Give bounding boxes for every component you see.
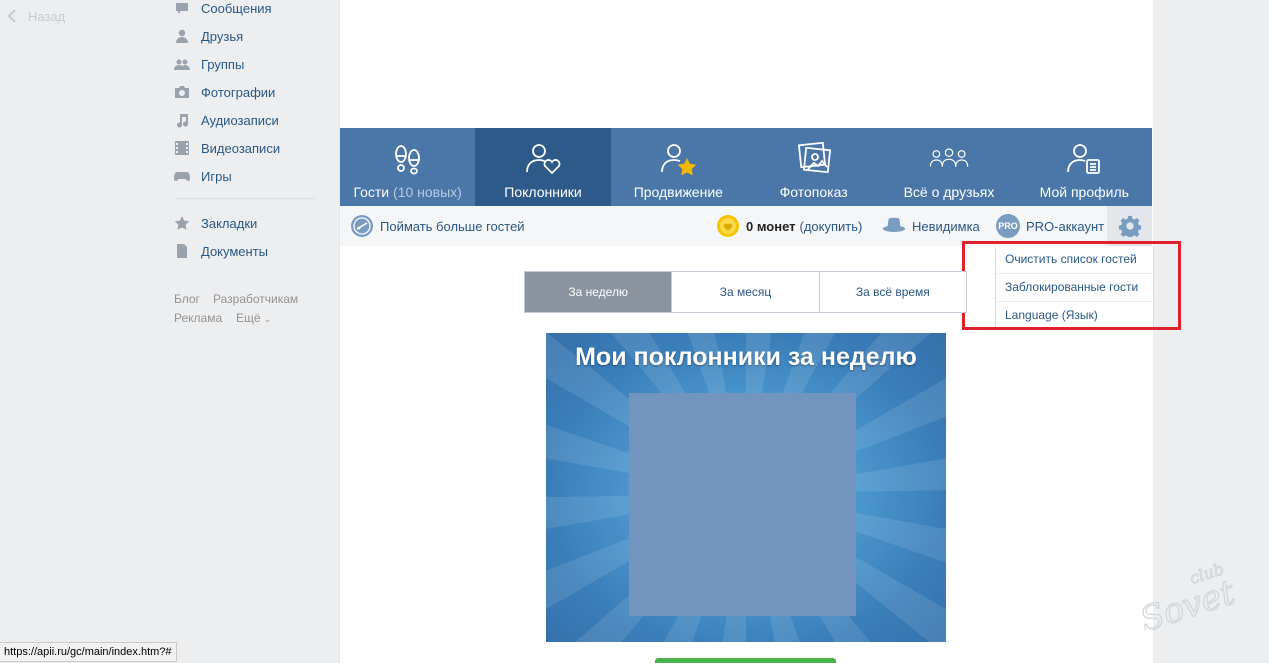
coins-balance[interactable]: 0 монет (докупить) [716, 206, 862, 246]
nav-label: Группы [201, 56, 245, 72]
tab-about-friends[interactable]: Всё о друзьях [881, 128, 1016, 206]
nav-label: Друзья [201, 28, 244, 44]
nav-divider [174, 198, 316, 199]
tab-fans[interactable]: Поклонники [475, 128, 611, 206]
back-label: Назад [28, 8, 66, 24]
coin-icon [716, 214, 740, 238]
nav-item-audio[interactable]: Аудиозаписи [174, 108, 279, 132]
user-star-icon [658, 140, 698, 176]
tab-label: Гости [353, 184, 390, 200]
photos-icon [794, 140, 834, 176]
nav-label: Закладки [201, 215, 258, 231]
footer-dev-link[interactable]: Разработчикам [213, 292, 298, 306]
tab-guests[interactable]: Гости (10 новых) [340, 128, 475, 206]
user-heart-icon [523, 140, 563, 176]
gear-icon [1118, 215, 1141, 237]
settings-button[interactable] [1107, 206, 1152, 246]
nav-label: Видеозаписи [201, 140, 281, 156]
star-icon [174, 215, 190, 231]
hat-icon [882, 214, 906, 238]
banner-photo-placeholder [629, 393, 856, 616]
nav-label: Игры [201, 168, 232, 184]
nav-item-friends[interactable]: Друзья [174, 24, 243, 48]
nav-item-photos[interactable]: Фотографии [174, 80, 275, 104]
app-tabs: Гости (10 новых) Поклонники Продвижение … [340, 128, 1152, 206]
tab-my-profile[interactable]: Мой профиль [1017, 128, 1152, 206]
coins-amount: 0 монет [746, 218, 796, 234]
nav-item-video[interactable]: Видеозаписи [174, 136, 280, 160]
document-icon [174, 243, 190, 259]
nav-label: Сообщения [201, 0, 272, 16]
language-item[interactable]: Language (Язык) [996, 301, 1153, 329]
settings-dropdown: Очистить список гостей Заблокированные г… [995, 246, 1154, 330]
nav-item-games[interactable]: Игры [174, 164, 232, 188]
tab-photoshow[interactable]: Фотопоказ [746, 128, 881, 206]
tab-promotion[interactable]: Продвижение [611, 128, 746, 206]
club-sovet-watermark-logo: club Sovet [1135, 560, 1240, 630]
gamepad-icon [174, 168, 190, 184]
music-note-icon [174, 112, 190, 128]
period-all-time-button[interactable]: За всё время [818, 272, 966, 312]
users-group-icon [929, 140, 969, 176]
nav-item-documents[interactable]: Документы [174, 239, 268, 263]
footer-more-label: Ещё [236, 311, 261, 325]
app-toolbar: Поймать больше гостей 0 монет (докупить)… [340, 206, 1152, 246]
nav-item-bookmarks[interactable]: Закладки [174, 211, 257, 235]
period-month-button[interactable]: За месяц [671, 272, 818, 312]
invisible-mode-link[interactable]: Невидимка [882, 206, 980, 246]
nav-label: Аудиозаписи [201, 112, 279, 128]
svg-text:Sovet: Sovet [1135, 572, 1240, 630]
camera-icon [174, 84, 190, 100]
film-icon [174, 140, 190, 156]
pro-account-link[interactable]: PRO PRO-аккаунт [996, 206, 1104, 246]
buy-coins-link[interactable]: (докупить) [800, 219, 863, 234]
tab-label: Всё о друзьях [903, 184, 995, 200]
chevron-down-icon: ⌄ [263, 314, 272, 324]
groups-icon [174, 56, 190, 72]
catch-guests-label: Поймать больше гостей [380, 218, 525, 234]
tab-label: Мой профиль [1039, 184, 1129, 200]
nav-item-messages[interactable]: Сообщения [174, 0, 272, 20]
pro-badge-icon: PRO [996, 214, 1020, 238]
footer-blog-link[interactable]: Блог [174, 292, 200, 306]
invisible-label: Невидимка [912, 218, 980, 234]
green-action-button[interactable] [655, 658, 836, 663]
fans-banner: Мои поклонники за неделю [546, 333, 946, 642]
period-switcher: За неделю За месяц За всё время [524, 271, 967, 313]
tab-label: Поклонники [504, 184, 582, 200]
catch-guests-link[interactable]: Поймать больше гостей [350, 206, 525, 246]
footer-ads-link[interactable]: Реклама [174, 311, 222, 325]
new-guests-count: (10 новых) [393, 184, 462, 200]
radar-icon [350, 214, 374, 238]
messages-icon [174, 0, 190, 16]
period-week-button[interactable]: За неделю [525, 272, 672, 312]
nav-item-groups[interactable]: Группы [174, 52, 244, 76]
footer-more-link[interactable]: Ещё ⌄ [236, 311, 271, 325]
clear-guests-item[interactable]: Очистить список гостей [996, 246, 1153, 273]
tab-label: Фотопоказ [779, 184, 848, 200]
tab-label: Продвижение [633, 184, 723, 200]
nav-label: Документы [201, 243, 269, 259]
status-url: https://apii.ru/gc/main/index.htm?# [0, 642, 177, 662]
user-card-icon [1064, 140, 1104, 176]
pro-account-label: PRO-аккаунт [1026, 218, 1105, 234]
banner-title: Мои поклонники за неделю [575, 343, 917, 371]
friends-icon [174, 28, 190, 44]
chevron-left-icon [7, 9, 16, 23]
footprints-icon [388, 140, 428, 176]
nav-label: Фотографии [201, 84, 276, 100]
back-link[interactable]: Назад [6, 8, 65, 24]
blocked-guests-item[interactable]: Заблокированные гости [996, 273, 1153, 301]
